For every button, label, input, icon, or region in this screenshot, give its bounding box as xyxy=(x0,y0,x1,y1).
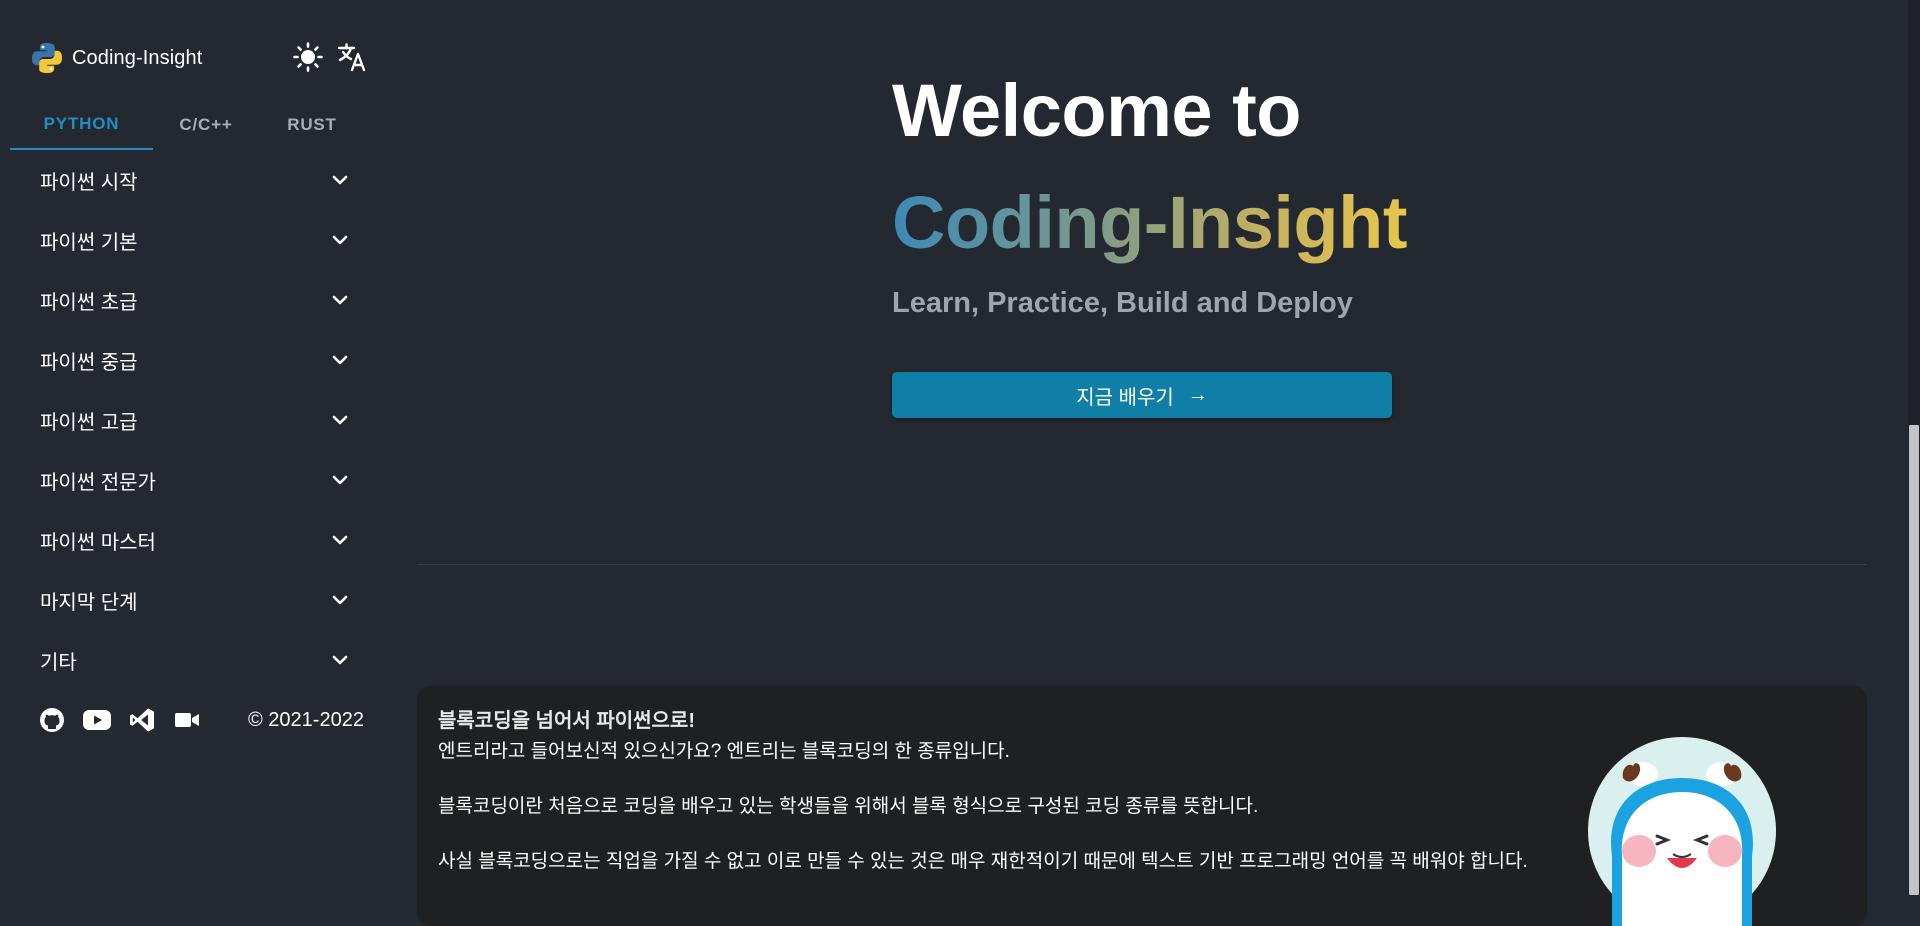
sidebar: Coding-Insight PYTHON C/C++ RUST 파이썬 시작 … xyxy=(0,0,375,895)
chevron-down-icon xyxy=(332,535,348,545)
menu-item-python-master[interactable]: 파이썬 마스터 xyxy=(0,510,375,570)
brand-name: Coding-Insight xyxy=(72,46,203,69)
chevron-down-icon xyxy=(332,655,348,665)
chevron-down-icon xyxy=(332,175,348,185)
menu-item-label: 마지막 단계 xyxy=(40,591,138,614)
theme-toggle-button[interactable] xyxy=(292,41,324,73)
menu-item-python-expert[interactable]: 파이썬 전문가 xyxy=(0,450,375,510)
menu-item-final-step[interactable]: 마지막 단계 xyxy=(0,570,375,630)
menu-item-etc[interactable]: 기타 xyxy=(0,630,375,690)
translate-icon xyxy=(337,43,366,72)
sun-icon xyxy=(293,42,323,72)
menu-item-label: 파이썬 고급 xyxy=(40,411,138,434)
hero-title: Welcome to xyxy=(892,69,1301,152)
main-content: Welcome to Coding-Insight Learn, Practic… xyxy=(375,0,1908,926)
copyright-text: © 2021-2022 xyxy=(248,708,364,731)
language-button[interactable] xyxy=(336,41,368,73)
start-learning-button[interactable]: 지금 배우기 → xyxy=(892,372,1392,418)
video-link[interactable] xyxy=(173,706,201,734)
python-logo-icon xyxy=(32,43,62,73)
vscode-icon xyxy=(130,708,154,732)
menu-item-python-advanced[interactable]: 파이썬 고급 xyxy=(0,390,375,450)
menu-item-python-intermediate[interactable]: 파이썬 중급 xyxy=(0,330,375,390)
github-icon xyxy=(40,708,64,732)
menu-item-label: 파이썬 마스터 xyxy=(40,531,156,554)
hero-subtitle: Learn, Practice, Build and Deploy xyxy=(892,287,1353,319)
menu-item-label: 파이썬 초급 xyxy=(40,291,138,314)
video-camera-icon xyxy=(175,713,199,727)
chevron-down-icon xyxy=(332,355,348,365)
scrollbar-thumb[interactable] xyxy=(1909,425,1919,895)
tab-cpp[interactable]: C/C++ xyxy=(153,100,259,150)
chevron-down-icon xyxy=(332,295,348,305)
sidebar-footer: © 2021-2022 xyxy=(38,700,368,740)
mascot-illustration xyxy=(1588,737,1776,926)
menu-item-python-beginner[interactable]: 파이썬 초급 xyxy=(0,270,375,330)
menu-item-label: 파이썬 전문가 xyxy=(40,471,156,494)
chevron-down-icon xyxy=(332,475,348,485)
intro-paragraph: 사실 블록코딩으로는 직업을 가질 수 없고 이로 만들 수 있는 것은 매우 … xyxy=(438,851,1528,872)
intro-paragraph: 블록코딩이란 처음으로 코딩을 배우고 있는 학생들을 위해서 블록 형식으로 … xyxy=(438,796,1259,817)
intro-card: 블록코딩을 넘어서 파이썬으로! 엔트리라고 들어보신적 있으신가요? 엔트리는… xyxy=(417,686,1867,926)
intro-paragraph: 엔트리라고 들어보신적 있으신가요? 엔트리는 블록코딩의 한 종류입니다. xyxy=(438,741,1010,762)
vscode-link[interactable] xyxy=(128,706,156,734)
youtube-icon xyxy=(83,710,111,730)
github-link[interactable] xyxy=(38,706,66,734)
menu-item-label: 파이썬 중급 xyxy=(40,351,138,374)
chevron-down-icon xyxy=(332,415,348,425)
chevron-down-icon xyxy=(332,235,348,245)
intro-title: 블록코딩을 넘어서 파이썬으로! xyxy=(438,710,695,732)
sidebar-menu: 파이썬 시작 파이썬 기본 파이썬 초급 파이썬 중급 파이썬 고급 파이썬 전… xyxy=(0,150,375,690)
tab-rust[interactable]: RUST xyxy=(259,100,365,150)
arrow-right-icon: → xyxy=(1187,383,1208,406)
section-divider xyxy=(417,564,1867,565)
tab-python[interactable]: PYTHON xyxy=(10,100,153,150)
menu-item-label: 파이썬 시작 xyxy=(40,171,138,194)
cta-label: 지금 배우기 xyxy=(1076,386,1174,409)
chevron-down-icon xyxy=(332,595,348,605)
youtube-link[interactable] xyxy=(83,706,111,734)
hero-brand-name: Coding-Insight xyxy=(892,181,1407,264)
menu-item-label: 파이썬 기본 xyxy=(40,231,138,254)
language-tabs: PYTHON C/C++ RUST xyxy=(10,100,365,150)
menu-item-python-basics[interactable]: 파이썬 기본 xyxy=(0,210,375,270)
menu-item-label: 기타 xyxy=(40,651,77,674)
menu-item-python-start[interactable]: 파이썬 시작 xyxy=(0,150,375,210)
